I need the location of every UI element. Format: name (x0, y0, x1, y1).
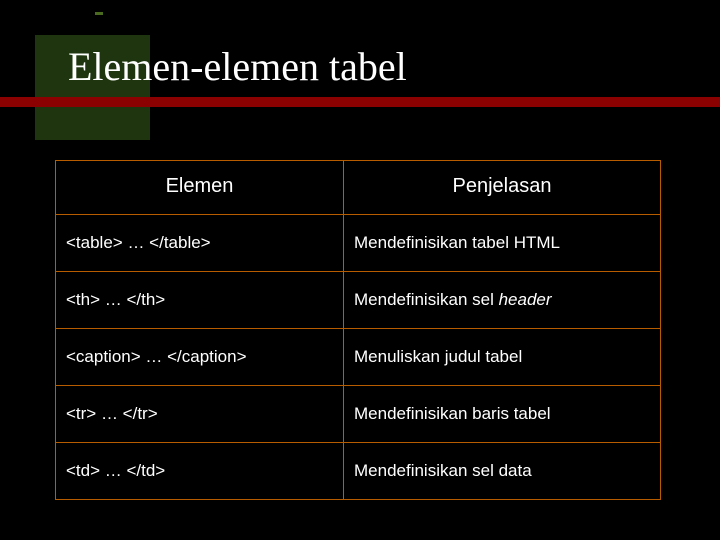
cell-penjelasan: Menuliskan judul tabel (344, 329, 661, 386)
table-row: <td> … </td> Mendefinisikan sel data (56, 443, 661, 500)
cell-elemen: <tr> … </tr> (56, 386, 344, 443)
cell-penjelasan: Mendefinisikan tabel HTML (344, 215, 661, 272)
decorative-mark (95, 12, 103, 15)
table-row: <table> … </table> Mendefinisikan tabel … (56, 215, 661, 272)
table-container: Elemen Penjelasan <table> … </table> Men… (55, 160, 660, 500)
cell-elemen: <td> … </td> (56, 443, 344, 500)
cell-penjelasan: Mendefinisikan baris tabel (344, 386, 661, 443)
cell-elemen: <caption> … </caption> (56, 329, 344, 386)
table-header-row: Elemen Penjelasan (56, 161, 661, 215)
table-row: <th> … </th> Mendefinisikan sel header (56, 272, 661, 329)
header-penjelasan: Penjelasan (344, 161, 661, 215)
header-elemen: Elemen (56, 161, 344, 215)
slide-title: Elemen-elemen tabel (68, 43, 407, 90)
cell-penjelasan: Mendefinisikan sel data (344, 443, 661, 500)
table-row: <caption> … </caption> Menuliskan judul … (56, 329, 661, 386)
title-rule (0, 97, 720, 107)
table-row: <tr> … </tr> Mendefinisikan baris tabel (56, 386, 661, 443)
elements-table: Elemen Penjelasan <table> … </table> Men… (55, 160, 661, 500)
cell-elemen: <th> … </th> (56, 272, 344, 329)
cell-elemen: <table> … </table> (56, 215, 344, 272)
cell-penjelasan: Mendefinisikan sel header (344, 272, 661, 329)
